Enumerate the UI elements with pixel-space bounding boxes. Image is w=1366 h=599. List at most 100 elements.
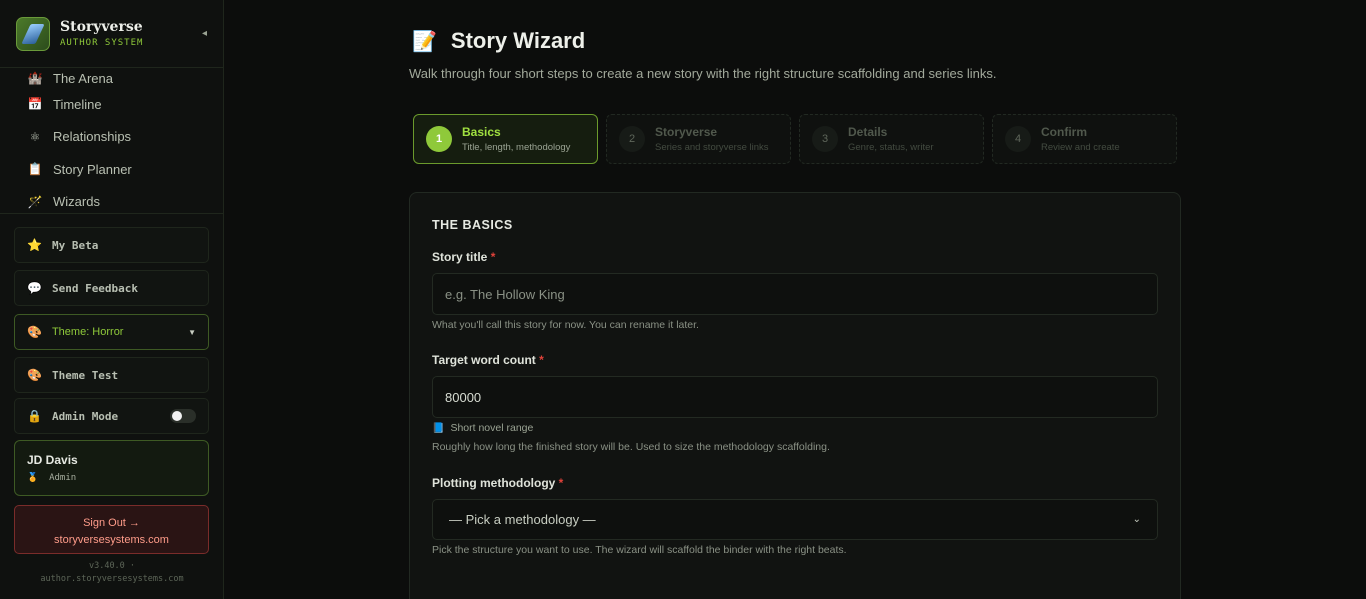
theme-select-label: Theme: Horror	[51, 326, 124, 338]
version-host: author.storyversesystems.com	[40, 574, 184, 584]
send-feedback-button[interactable]: 💬 Send Feedback	[14, 270, 209, 306]
step-title: Storyverse	[655, 125, 718, 139]
word-count-label-text: Target word count	[432, 353, 536, 367]
theme-test-label: Theme Test	[51, 368, 119, 382]
speech-bubble-icon: 💬	[27, 281, 42, 295]
step-title: Details	[848, 125, 888, 139]
step-number: 4	[1005, 126, 1031, 152]
required-marker: *	[490, 250, 496, 264]
castle-icon: 🏰	[27, 71, 43, 85]
section-title: THE BASICS	[432, 218, 513, 232]
methodology-selected-value: — Pick a methodology —	[449, 512, 596, 527]
story-title-label-text: Story title	[432, 250, 488, 264]
step-description: Review and create	[1041, 142, 1120, 153]
admin-mode-row: 🔒 Admin Mode	[14, 398, 209, 434]
methodology-hint: Pick the structure you want to use. The …	[432, 544, 847, 556]
chevron-down-icon: ▼	[188, 327, 196, 337]
step-description: Series and storyverse links	[655, 142, 769, 153]
sidebar-item-label: The Arena	[53, 70, 113, 86]
word-count-range: 📘 Short novel range	[432, 422, 533, 434]
step-storyverse[interactable]: 2 Storyverse Series and storyverse links	[606, 114, 791, 164]
page-title: Story Wizard	[450, 28, 586, 53]
methodology-label: Plotting methodology *	[432, 476, 563, 490]
page-header: 📝 Story Wizard	[412, 28, 585, 54]
brand-text: Storyverse AUTHOR SYSTEM	[60, 19, 202, 48]
step-title: Confirm	[1041, 125, 1087, 139]
word-count-input[interactable]	[432, 376, 1158, 418]
sign-out-label: Sign Out →	[83, 517, 140, 529]
blue-book-icon: 📘	[432, 422, 445, 434]
sign-out-domain: storyversesystems.com	[54, 534, 169, 546]
user-role: 🏅 Admin	[27, 473, 196, 483]
basics-form-card: THE BASICS Story title * What you'll cal…	[409, 192, 1181, 599]
memo-icon: 📝	[412, 30, 437, 53]
brand-header: Storyverse AUTHOR SYSTEM ◂	[0, 0, 223, 68]
admin-mode-toggle[interactable]	[170, 409, 196, 423]
step-description: Title, length, methodology	[462, 142, 571, 153]
sidebar-nav: 🏰 The Arena 📅 Timeline ⚛ Relationships 📋…	[0, 68, 223, 214]
story-title-input[interactable]	[432, 273, 1158, 315]
app-root: Storyverse AUTHOR SYSTEM ◂ 🏰 The Arena 📅…	[0, 0, 1366, 599]
sidebar-item-relationships[interactable]: ⚛ Relationships	[26, 121, 223, 154]
step-text: Storyverse Series and storyverse links	[655, 125, 769, 153]
word-count-label: Target word count *	[432, 353, 544, 367]
step-text: Details Genre, status, writer	[848, 125, 934, 153]
clipboard-icon: 📋	[27, 162, 43, 177]
step-details[interactable]: 3 Details Genre, status, writer	[799, 114, 984, 164]
theme-test-button[interactable]: 🎨 Theme Test	[14, 357, 209, 393]
main-content: 📝 Story Wizard Walk through four short s…	[224, 0, 1366, 599]
wizard-steps: 1 Basics Title, length, methodology 2 St…	[413, 114, 1177, 164]
story-title-label: Story title *	[432, 250, 495, 264]
step-confirm[interactable]: 4 Confirm Review and create	[992, 114, 1177, 164]
required-marker: *	[558, 476, 564, 490]
brand-subtitle: AUTHOR SYSTEM	[60, 38, 144, 48]
word-count-hint: Roughly how long the finished story will…	[432, 441, 830, 453]
wand-icon: 🪄	[27, 194, 43, 209]
collapse-sidebar-icon[interactable]: ◂	[202, 28, 207, 39]
palette-icon: 🎨	[27, 325, 42, 339]
methodology-label-text: Plotting methodology	[432, 476, 556, 490]
sidebar-item-timeline[interactable]: 📅 Timeline	[26, 88, 223, 121]
user-card: JD Davis 🏅 Admin	[14, 440, 209, 496]
medal-icon: 🏅	[27, 473, 39, 483]
sidebar-item-label: Wizards	[53, 194, 100, 210]
step-number: 3	[812, 126, 838, 152]
step-number: 1	[426, 126, 452, 152]
step-text: Confirm Review and create	[1041, 125, 1120, 153]
step-text: Basics Title, length, methodology	[462, 125, 570, 153]
chevron-down-icon: ⌄	[1132, 514, 1141, 525]
version-info: v3.40.0 · author.storyversesystems.com	[0, 560, 224, 586]
step-number: 2	[619, 126, 645, 152]
star-icon: ⭐	[27, 238, 42, 252]
user-name: JD Davis	[27, 453, 78, 467]
brand-logo-icon	[16, 16, 50, 51]
sidebar: Storyverse AUTHOR SYSTEM ◂ 🏰 The Arena 📅…	[0, 0, 224, 599]
brand-name: Storyverse	[60, 19, 143, 35]
send-feedback-label: Send Feedback	[51, 281, 139, 295]
version-number: v3.40.0 ·	[88, 561, 136, 571]
calendar-icon: 📅	[27, 97, 43, 112]
lock-icon: 🔒	[27, 409, 42, 423]
sidebar-item-the-arena[interactable]: 🏰 The Arena	[26, 68, 223, 88]
sidebar-item-label: Story Planner	[53, 161, 132, 177]
methodology-select[interactable]: — Pick a methodology — ⌄	[432, 499, 1158, 540]
admin-mode-label: Admin Mode	[51, 409, 119, 423]
step-title: Basics	[462, 125, 501, 139]
toggle-knob	[172, 411, 182, 421]
sidebar-item-label: Timeline	[53, 96, 102, 112]
step-description: Genre, status, writer	[848, 142, 934, 153]
my-beta-label: My Beta	[51, 238, 99, 252]
sign-out-button[interactable]: Sign Out → storyversesystems.com	[14, 505, 209, 554]
step-basics[interactable]: 1 Basics Title, length, methodology	[413, 114, 598, 164]
my-beta-button[interactable]: ⭐ My Beta	[14, 227, 209, 263]
theme-select[interactable]: 🎨 Theme: Horror ▼	[14, 314, 209, 350]
required-marker: *	[539, 353, 544, 367]
page-subtitle: Walk through four short steps to create …	[409, 66, 997, 81]
story-title-hint: What you'll call this story for now. You…	[432, 319, 699, 331]
sidebar-item-label: Relationships	[53, 129, 132, 145]
network-icon: ⚛	[29, 129, 41, 144]
word-count-range-label: Short novel range	[450, 422, 534, 434]
sidebar-item-story-planner[interactable]: 📋 Story Planner	[26, 153, 223, 186]
sidebar-item-wizards[interactable]: 🪄 Wizards	[26, 186, 223, 214]
palette-icon: 🎨	[27, 368, 42, 382]
